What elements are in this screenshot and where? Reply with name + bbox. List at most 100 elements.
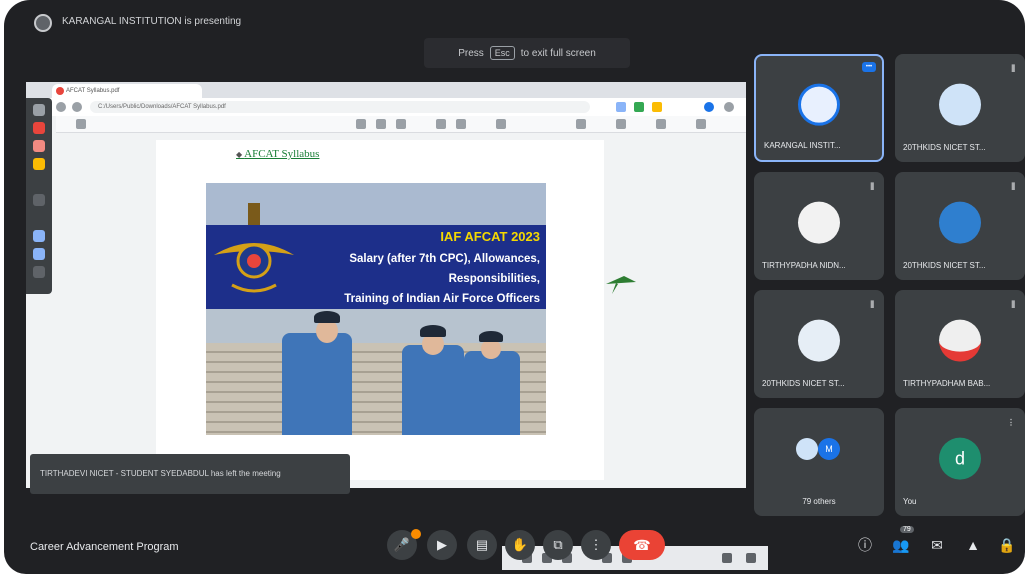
more-options-icon[interactable]: ⋮ bbox=[1007, 418, 1015, 427]
participant-tile[interactable]: ⫼ TIRTHYPADHA NIDN... bbox=[754, 172, 884, 280]
download-icon[interactable] bbox=[656, 119, 666, 129]
annotation-toolbar bbox=[26, 98, 52, 294]
participant-tile[interactable]: ••• KARANGAL INSTIT... bbox=[754, 54, 884, 162]
reload-icon[interactable] bbox=[72, 102, 82, 112]
participant-name: TIRTHYPADHA NIDN... bbox=[762, 261, 846, 270]
participant-name: 20THKIDS NICET ST... bbox=[762, 379, 845, 388]
draw-icon[interactable] bbox=[436, 119, 446, 129]
activities-icon[interactable]: ▲ bbox=[962, 534, 984, 556]
officer-head bbox=[481, 339, 501, 359]
zoom-out-icon[interactable] bbox=[356, 119, 366, 129]
fullscreen-hint: Press Esc to exit full screen bbox=[424, 38, 630, 68]
participant-tile[interactable]: ⫼ 20THKIDS NICET ST... bbox=[895, 54, 1025, 162]
highlighter-icon[interactable] bbox=[33, 140, 45, 152]
left-meeting-toast: TIRTHADEVI NICET - STUDENT SYEDABDUL has… bbox=[30, 454, 350, 494]
outline-icon[interactable] bbox=[76, 119, 86, 129]
pdf-page: AFCAT Syllabus IAF AFCAT 2023 Salary (af… bbox=[156, 140, 604, 480]
present-button[interactable]: ⧉ bbox=[543, 530, 573, 560]
participant-name: TIRTHYPADHAM BAB... bbox=[903, 379, 991, 388]
officer-cap bbox=[420, 325, 446, 337]
participant-name: 20THKIDS NICET ST... bbox=[903, 261, 986, 270]
chat-icon[interactable]: ✉ bbox=[926, 534, 948, 556]
officer-figure bbox=[464, 351, 520, 435]
tab-title: AFCAT Syllabus.pdf bbox=[66, 88, 120, 94]
avatar bbox=[798, 201, 840, 244]
mic-off-icon: ⫼ bbox=[1011, 300, 1015, 309]
zoom-in-icon[interactable] bbox=[376, 119, 386, 129]
fit-icon[interactable] bbox=[396, 119, 406, 129]
participant-tile[interactable]: ⫼ 20THKIDS NICET ST... bbox=[895, 172, 1025, 280]
iaf-emblem-icon bbox=[214, 203, 294, 293]
highlight-icon[interactable] bbox=[456, 119, 466, 129]
browser-tab-bar: AFCAT Syllabus.pdf bbox=[26, 82, 746, 98]
extension-icon[interactable] bbox=[634, 102, 644, 112]
text-icon[interactable] bbox=[33, 230, 45, 242]
mic-off-icon: ⫼ bbox=[1011, 182, 1015, 191]
banner-line: Training of Indian Air Force Officers bbox=[344, 293, 540, 305]
self-tile[interactable]: ⋮ d You bbox=[895, 408, 1025, 516]
avatar bbox=[939, 83, 981, 126]
meeting-title: Career Advancement Program bbox=[30, 541, 179, 553]
syllabus-link[interactable]: AFCAT Syllabus bbox=[236, 148, 319, 160]
more-icon[interactable] bbox=[696, 119, 706, 129]
esc-hint-suffix: to exit full screen bbox=[520, 47, 596, 59]
extension-icon[interactable] bbox=[652, 102, 662, 112]
avatar bbox=[796, 438, 818, 460]
color-icon[interactable] bbox=[33, 158, 45, 170]
undo-icon[interactable] bbox=[33, 266, 45, 278]
extension-icon[interactable] bbox=[616, 102, 626, 112]
taskbar-icon[interactable] bbox=[746, 553, 756, 563]
avatar: d bbox=[939, 437, 981, 480]
browser-toolbar: C:/Users/Public/Downloads/AFCAT Syllabus… bbox=[26, 98, 746, 116]
pdf-toolbar bbox=[56, 116, 746, 133]
taskbar-icon[interactable] bbox=[722, 553, 732, 563]
shared-screen: AFCAT Syllabus.pdf C:/Users/Public/Downl… bbox=[26, 82, 768, 570]
avatar bbox=[939, 319, 981, 362]
erase-icon[interactable] bbox=[496, 119, 506, 129]
pen-icon[interactable] bbox=[33, 122, 45, 134]
meet-window: KARANGAL INSTITUTION is presenting Press… bbox=[4, 0, 1025, 574]
officer-cap bbox=[479, 331, 503, 342]
avatar: M bbox=[818, 438, 840, 460]
pdf-icon bbox=[56, 87, 64, 95]
mic-off-icon: ⫼ bbox=[1011, 64, 1015, 73]
profile-icon[interactable] bbox=[704, 102, 714, 112]
more-options-icon[interactable]: ••• bbox=[862, 62, 876, 72]
cursor-icon[interactable] bbox=[33, 104, 45, 116]
participant-name: You bbox=[903, 497, 917, 506]
search-icon[interactable] bbox=[576, 119, 586, 129]
participant-name: KARANGAL INSTIT... bbox=[764, 141, 841, 150]
browser-tab[interactable]: AFCAT Syllabus.pdf bbox=[52, 84, 202, 98]
host-controls-icon[interactable]: 🔒 bbox=[996, 534, 1018, 556]
others-tile[interactable]: M 79 others bbox=[754, 408, 884, 516]
people-count-badge: 79 bbox=[900, 526, 914, 533]
menu-icon[interactable] bbox=[724, 102, 734, 112]
shape-icon[interactable] bbox=[33, 248, 45, 260]
participant-tile[interactable]: ⫼ TIRTHYPADHAM BAB... bbox=[895, 290, 1025, 398]
eraser-icon[interactable] bbox=[33, 194, 45, 206]
participant-name: 20THKIDS NICET ST... bbox=[903, 143, 986, 152]
back-icon[interactable] bbox=[56, 102, 66, 112]
esc-key: Esc bbox=[489, 46, 515, 60]
more-options-button[interactable]: ⋮ bbox=[581, 530, 611, 560]
avatar bbox=[798, 83, 840, 126]
info-icon[interactable]: ⓘ bbox=[854, 534, 876, 556]
captions-button[interactable]: ▤ bbox=[467, 530, 497, 560]
officer-figure bbox=[402, 345, 464, 435]
presenter-icon bbox=[34, 14, 52, 32]
avatar bbox=[939, 201, 981, 244]
officer-cap bbox=[314, 311, 340, 323]
print-icon[interactable] bbox=[616, 119, 626, 129]
end-call-button[interactable]: ☎ bbox=[619, 530, 665, 560]
pointer-plane-icon bbox=[606, 276, 636, 294]
people-icon[interactable]: 👥 bbox=[890, 534, 912, 556]
raise-hand-button[interactable]: ✋ bbox=[505, 530, 535, 560]
avatar bbox=[798, 319, 840, 362]
afcat-banner-image: IAF AFCAT 2023 Salary (after 7th CPC), A… bbox=[206, 183, 546, 435]
mic-off-icon: ⫼ bbox=[870, 182, 874, 191]
address-bar[interactable]: C:/Users/Public/Downloads/AFCAT Syllabus… bbox=[90, 101, 590, 113]
participant-tile[interactable]: ⫼ 20THKIDS NICET ST... bbox=[754, 290, 884, 398]
banner-line: Responsibilities, bbox=[448, 273, 540, 285]
camera-button[interactable]: ▶ bbox=[427, 530, 457, 560]
mic-off-icon: ⫼ bbox=[870, 300, 874, 309]
